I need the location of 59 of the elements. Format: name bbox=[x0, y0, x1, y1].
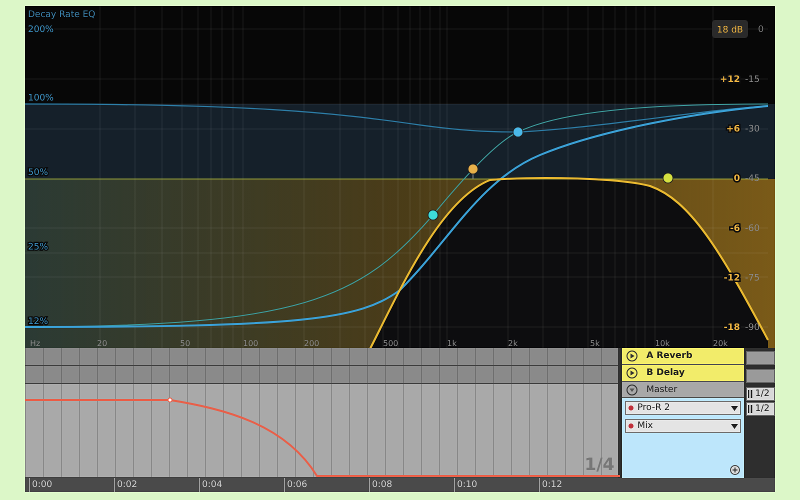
frequency-label: 200 bbox=[304, 339, 320, 348]
caret-icon bbox=[731, 406, 738, 410]
graph-title: Decay Rate EQ bbox=[28, 10, 96, 20]
time-label: 0:00 bbox=[29, 478, 114, 492]
time-label: 0:06 bbox=[284, 478, 369, 492]
level-label: -45 bbox=[745, 174, 760, 184]
frequency-label: 20k bbox=[713, 339, 728, 348]
frequency-label: 500 bbox=[383, 339, 398, 348]
level-label: -30 bbox=[745, 124, 760, 135]
input-selector[interactable]: 1/2 bbox=[746, 387, 775, 401]
axis-label: 25% bbox=[28, 242, 48, 252]
track-header[interactable]: B Delay bbox=[622, 365, 744, 382]
time-label: 0:12 bbox=[539, 478, 624, 492]
frequency-label: 50 bbox=[180, 339, 190, 348]
channel-icon bbox=[748, 405, 754, 413]
axis-label: 12% bbox=[28, 317, 48, 327]
axis-label: 0 bbox=[758, 25, 764, 35]
time-label: 0:04 bbox=[199, 478, 284, 492]
channel-icon bbox=[748, 390, 754, 398]
track-name: A Reverb bbox=[646, 351, 692, 361]
frequency-label: Hz bbox=[30, 339, 40, 348]
track-name: Master bbox=[646, 384, 678, 394]
play-icon[interactable] bbox=[626, 350, 638, 362]
gain-label: -6 bbox=[730, 224, 740, 234]
level-label: -60 bbox=[745, 224, 760, 234]
play-icon[interactable] bbox=[626, 367, 638, 379]
device-dropdown[interactable]: Pro-R 2 bbox=[625, 401, 742, 415]
gain-label: 0 bbox=[734, 174, 740, 184]
frequency-label: 10k bbox=[655, 339, 670, 348]
range-button[interactable]: 18 dB bbox=[712, 20, 748, 38]
level-label: -90 bbox=[745, 323, 760, 333]
caret-icon bbox=[731, 424, 738, 428]
automation-point[interactable] bbox=[168, 398, 172, 402]
axis-label: 200% bbox=[28, 25, 54, 35]
frequency-label: 1k bbox=[447, 339, 457, 348]
axis-label: 100% bbox=[28, 94, 54, 104]
gain-label: +6 bbox=[726, 124, 740, 135]
time-ruler[interactable]: 0:00 0:02 0:04 0:06 0:08 0:10 0:12 bbox=[25, 478, 775, 492]
axis-label: 50% bbox=[28, 168, 48, 178]
dot-icon bbox=[628, 405, 634, 411]
collapse-icon[interactable] bbox=[626, 384, 638, 396]
frequency-label: 20 bbox=[97, 339, 108, 348]
dot-icon bbox=[628, 423, 634, 429]
gain-label: -18 bbox=[724, 323, 740, 333]
frequency-label: 5k bbox=[590, 339, 600, 348]
input-selector[interactable]: 1/2 bbox=[746, 402, 775, 416]
time-label: 0:08 bbox=[369, 478, 454, 492]
gain-label: +12 bbox=[720, 75, 740, 85]
level-label: -15 bbox=[745, 75, 760, 85]
track-header[interactable]: Master bbox=[622, 382, 744, 398]
add-icon[interactable] bbox=[730, 465, 740, 475]
frequency-label: 2k bbox=[508, 339, 518, 348]
time-label: 0:10 bbox=[454, 478, 539, 492]
device-dropdown[interactable]: Mix bbox=[625, 419, 742, 433]
frequency-label: 100 bbox=[243, 339, 258, 348]
track-header[interactable]: A Reverb bbox=[622, 348, 744, 365]
track-name: B Delay bbox=[646, 368, 685, 378]
level-label: -75 bbox=[745, 273, 760, 284]
time-label: 0:02 bbox=[114, 478, 199, 492]
